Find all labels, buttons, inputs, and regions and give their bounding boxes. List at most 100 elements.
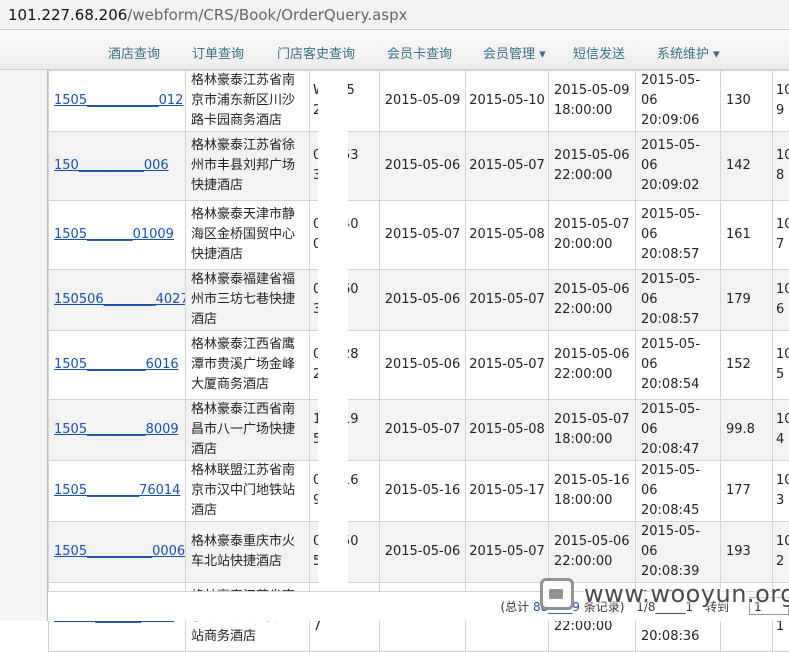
table-row: 1505_________8009格林豪泰江西省南昌市八一广场快捷酒店1 001… [49, 400, 789, 461]
hotel-name-cell: 格林豪泰江西省南昌市八一广场快捷酒店 [186, 400, 310, 461]
checkout-date-cell: 2015-05-10 [466, 71, 549, 132]
checkin-date-cell: 2015-05-16 [380, 461, 466, 522]
extra-part-a: 10 [776, 217, 789, 232]
arrive-date: 2015-05-16 [554, 473, 630, 488]
checkout-date-cell: 2015-05-07 [466, 331, 549, 400]
hotel-name-cell: 格林豪泰福建省福州市三坊七巷快捷酒店 [186, 270, 310, 331]
arrive-date: 2015-05-07 [554, 412, 630, 427]
url-text[interactable]: 101.227.68.206/webform/CRS/Book/OrderQue… [8, 6, 408, 24]
price-cell: 177 [721, 461, 773, 522]
extra-part-a: 10 [776, 282, 789, 297]
arrive-time-cell: 2015-05-07 20:00:00 [549, 201, 636, 270]
arrive-date: 2015-05-06 [554, 347, 630, 362]
checkin-date-cell: 2015-05-07 [380, 201, 466, 270]
price-cell: 161 [721, 201, 773, 270]
extra-part-b: 2 [776, 554, 784, 569]
left-panel [0, 70, 48, 621]
total-prefix: (总计 [500, 600, 529, 614]
booking-time-cell: 2015-05-0620:08:57 [636, 201, 721, 270]
arrive-time: 22:00:00 [554, 302, 612, 317]
arrive-time-cell: 2015-05-0622:00:00 [549, 331, 636, 400]
watermark-text: www.wooyun.org [584, 580, 789, 608]
order-number-link[interactable]: 1505________76014 [54, 483, 180, 498]
arrive-time: 22:00:00 [554, 619, 612, 634]
booking-time: 20:08:36 [641, 629, 699, 644]
arrive-time: 20:00:00 [554, 237, 612, 252]
nav-order-search[interactable]: 订单查询 [192, 43, 244, 62]
arrive-time: 22:00:00 [554, 554, 612, 569]
extra-cell: 107 [773, 201, 789, 270]
extra-part-a: 10 [776, 473, 789, 488]
price-cell: 152 [721, 331, 773, 400]
checkin-date-cell: 2015-05-09 [380, 71, 466, 132]
checkout-date-cell: 2015-05-07 [466, 132, 549, 201]
booking-time: 20:08:45 [641, 503, 699, 518]
nav-system-maintain[interactable]: 系统维护 ▾ [657, 43, 720, 62]
booking-time-cell: 2015-05-0620:08:47 [636, 400, 721, 461]
nav-member-manage[interactable]: 会员管理 ▾ [483, 43, 546, 62]
checkin-date-cell: 2015-05-06 [380, 331, 466, 400]
arrive-date: 2015-05-07 [554, 217, 630, 232]
booking-date: 2015-05-06 [641, 73, 700, 108]
price-cell: 130 [721, 71, 773, 132]
top-nav: 酒店查询 订单查询 门店客史查询 会员卡查询 会员管理 ▾ 短信发送 系统维护 … [0, 30, 789, 70]
order-number-link[interactable]: 1505___________012 [54, 93, 183, 108]
booking-time-cell: 2015-05-06 20:08:45 [636, 461, 721, 522]
extra-cell: 103 [773, 461, 789, 522]
extra-part-b: 4 [776, 432, 784, 447]
order-number-link[interactable]: 1505_________8009 [54, 422, 179, 437]
price-cell: 179 [721, 270, 773, 331]
booking-time: 20:09:06 [641, 113, 699, 128]
order-number-link[interactable]: 1505_______01009 [54, 227, 174, 242]
arrive-time-cell: 2015-05-0622:00:00 [549, 132, 636, 201]
checkout-date-cell: 2015-05-07 [466, 522, 549, 583]
extra-part-a: 10 [776, 412, 789, 427]
order-number-cell: 150__________006 [49, 132, 186, 201]
booking-date: 2015-05-06 [641, 402, 700, 437]
hotel-name-cell: 格林豪泰江苏省南京市浦东新区川沙路卡园商务酒店 [186, 71, 310, 132]
nav-hotel-search[interactable]: 酒店查询 [108, 43, 160, 62]
order-number-link[interactable]: 1505_________6016 [54, 357, 179, 372]
checkin-date-cell: 2015-05-06 [380, 270, 466, 331]
extra-part-a: 10 [776, 83, 789, 98]
booking-time: 20:08:57 [641, 312, 699, 327]
arrive-time: 18:00:00 [554, 432, 612, 447]
extra-cell: 109 [773, 71, 789, 132]
table-row: 1505___________012格林豪泰江苏省南京市浦东新区川沙路卡园商务酒… [49, 71, 789, 132]
extra-part-b: 1 [776, 619, 784, 634]
checkout-date-cell: 2015-05-08 [466, 201, 549, 270]
order-number-link[interactable]: 150__________006 [54, 158, 169, 173]
booking-date: 2015-05-06 [641, 463, 700, 498]
address-bar[interactable]: 101.227.68.206/webform/CRS/Book/OrderQue… [0, 0, 789, 30]
extra-part-b: 9 [776, 103, 784, 118]
nav-guest-history[interactable]: 门店客史查询 [277, 43, 355, 62]
order-number-cell: 1505__________0006 [49, 522, 186, 583]
nav-member-card[interactable]: 会员卡查询 [387, 43, 452, 62]
arrive-time-cell: 2015-05-07 18:00:00 [549, 400, 636, 461]
booking-time: 20:08:54 [641, 377, 699, 392]
extra-cell: 104 [773, 400, 789, 461]
booking-time-cell: 2015-05-0620:09:02 [636, 132, 721, 201]
booking-date: 2015-05-06 [641, 524, 700, 559]
table-row: 1505_______01009格林豪泰天津市静海区金桥国贸中心快捷酒店0 00… [49, 201, 789, 270]
nav-sms-send[interactable]: 短信发送 [573, 43, 625, 62]
order-number-link[interactable]: 1505__________0006 [54, 544, 185, 559]
order-number-cell: 1505___________012 [49, 71, 186, 132]
arrive-date: 2015-05-06 [554, 148, 630, 163]
extra-part-a: 10 [776, 347, 789, 362]
booking-date: 2015-05-06 [641, 337, 700, 372]
booking-date: 2015-05-06 [641, 138, 700, 173]
order-number-cell: 1505________76014 [49, 461, 186, 522]
price-cell: 99.8 [721, 400, 773, 461]
hotel-name-cell: 格林豪泰江西省鹰潭市贵溪广场金峰大厦商务酒店 [186, 331, 310, 400]
extra-part-b: 5 [776, 367, 784, 382]
price-cell: 142 [721, 132, 773, 201]
order-number-link[interactable]: 150506________4027 [54, 292, 186, 307]
extra-part-b: 3 [776, 493, 784, 508]
wooyun-logo-icon [540, 578, 574, 610]
extra-part-b: 7 [776, 237, 784, 252]
hotel-name-cell: 格林联盟江苏省南京市汉中门地铁站酒店 [186, 461, 310, 522]
arrive-time-cell: 2015-05-0622:00:00 [549, 270, 636, 331]
table-row: 1505_________6016格林豪泰江西省鹰潭市贵溪广场金峰大厦商务酒店0… [49, 331, 789, 400]
extra-cell: 106 [773, 270, 789, 331]
